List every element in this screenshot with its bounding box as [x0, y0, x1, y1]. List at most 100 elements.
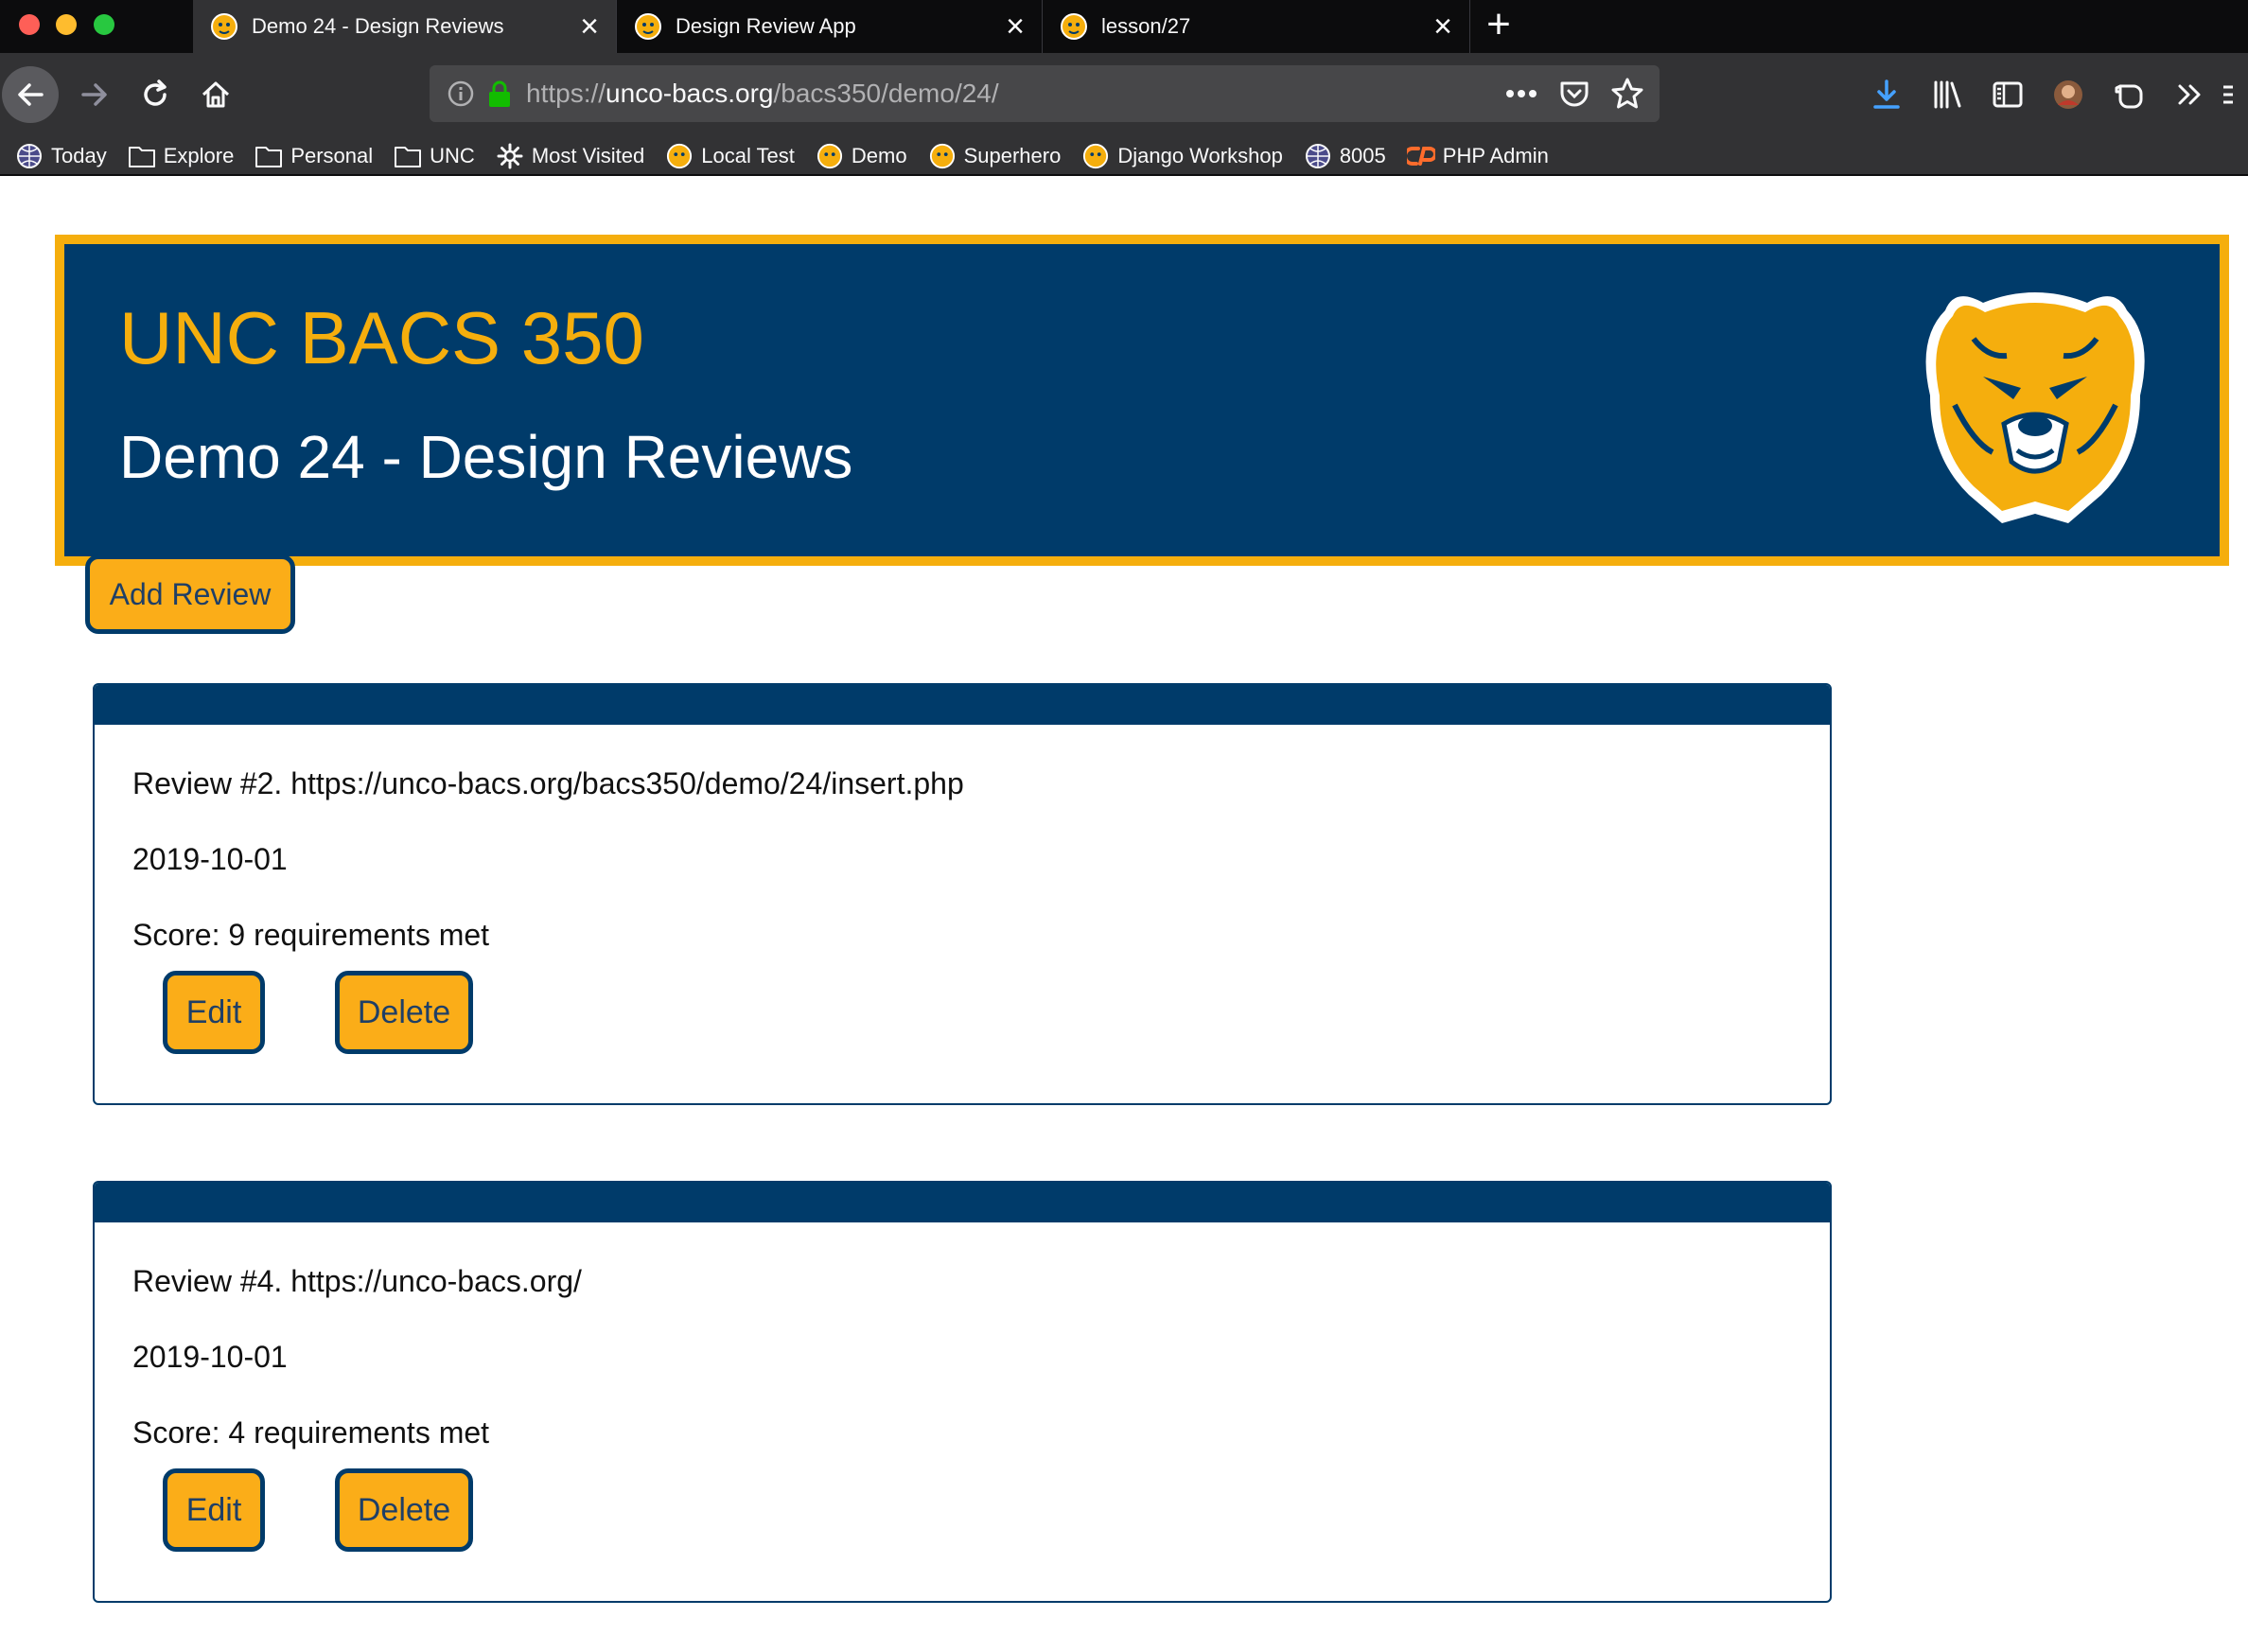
web-page: UNC BACS 350 Demo 24 - Design Reviews Ad…: [0, 176, 2248, 1652]
bookmark-8005[interactable]: 8005: [1304, 142, 1386, 170]
url-scheme: https://: [526, 79, 606, 108]
tab-demo-24[interactable]: Demo 24 - Design Reviews ×: [193, 0, 617, 53]
chevron-double-right-icon: [2178, 84, 2201, 105]
avatar: [2054, 80, 2082, 109]
folder-icon: [255, 142, 283, 170]
bookmark-label: Demo: [851, 144, 907, 167]
minimize-window-button[interactable]: [56, 14, 77, 35]
bookmark-label: Personal: [290, 144, 374, 167]
cpanel-icon: [1406, 142, 1435, 170]
tab-title: Demo 24 - Design Reviews: [252, 14, 504, 38]
downloads-button[interactable]: [1856, 66, 1917, 123]
tab-lesson-27[interactable]: lesson/27 ×: [1043, 0, 1470, 53]
bookmark-today[interactable]: Today: [15, 142, 107, 170]
forward-arrow-icon: [81, 83, 107, 106]
bookmark-star-button[interactable]: [1608, 73, 1646, 114]
forward-button[interactable]: [66, 66, 123, 123]
edit-review-button[interactable]: Edit: [163, 1468, 265, 1552]
page-title: Demo 24 - Design Reviews: [119, 423, 853, 491]
sidebar-toggle-button[interactable]: [1977, 66, 2038, 123]
reload-icon: [144, 79, 167, 106]
evernote-elephant-icon: [2115, 84, 2143, 109]
bookmark-local-test[interactable]: Local Test: [665, 142, 795, 170]
review-card: Review #4. https://unco-bacs.org/ 2019-1…: [93, 1181, 1832, 1603]
review-title: Review #2. https://unco-bacs.org/bacs350…: [132, 766, 964, 800]
bookmark-demo[interactable]: Demo: [816, 142, 907, 170]
library-button[interactable]: [1917, 66, 1977, 123]
edit-review-button[interactable]: Edit: [163, 971, 265, 1054]
bear-favicon-icon: [1081, 142, 1110, 170]
pocket-button[interactable]: [1555, 73, 1593, 114]
globe-icon: [15, 142, 44, 170]
review-card-header: [95, 1183, 1830, 1222]
unc-bear-logo: [1925, 292, 2145, 523]
maximize-window-button[interactable]: [94, 14, 114, 35]
bookmark-django-workshop[interactable]: Django Workshop: [1081, 142, 1283, 170]
review-card-header: [95, 685, 1830, 725]
hamburger-menu-button[interactable]: [2220, 66, 2248, 123]
bookmark-label: 8005: [1339, 144, 1386, 167]
tab-close-icon[interactable]: ×: [996, 8, 1034, 45]
bookmark-label: Local Test: [701, 144, 795, 167]
site-header: UNC BACS 350 Demo 24 - Design Reviews: [55, 235, 2229, 566]
bookmark-explore[interactable]: Explore: [128, 142, 235, 170]
delete-review-button[interactable]: Delete: [335, 971, 473, 1054]
bookmarks-toolbar: Today Explore Personal UNC Most Visited …: [0, 138, 2248, 176]
review-date: 2019-10-01: [132, 842, 288, 876]
gear-icon: [496, 142, 524, 170]
close-window-button[interactable]: [19, 14, 40, 35]
bookmark-php-admin[interactable]: PHP Admin: [1406, 142, 1549, 170]
site-title: UNC BACS 350: [119, 296, 644, 379]
bookmark-label: Today: [51, 144, 107, 167]
bookmark-personal[interactable]: Personal: [255, 142, 373, 170]
delete-review-button[interactable]: Delete: [335, 1468, 473, 1552]
tab-close-icon[interactable]: ×: [1424, 8, 1462, 45]
info-icon[interactable]: [447, 79, 475, 108]
bookmark-label: Django Workshop: [1117, 144, 1283, 167]
secure-lock-icon[interactable]: [486, 79, 513, 108]
tab-strip: Demo 24 - Design Reviews × Design Review…: [0, 0, 2248, 53]
bear-favicon-icon: [665, 142, 694, 170]
review-score: Score: 4 requirements met: [132, 1415, 490, 1450]
url-host: unco-bacs.org: [606, 79, 774, 108]
bear-favicon-icon: [816, 142, 844, 170]
bookmark-label: UNC: [430, 144, 475, 167]
bookmark-superhero[interactable]: Superhero: [928, 142, 1062, 170]
review-card: Review #2. https://unco-bacs.org/bacs350…: [93, 683, 1832, 1105]
bookmark-label: Most Visited: [531, 144, 645, 167]
hamburger-menu-icon: [2223, 85, 2233, 104]
evernote-extension-button[interactable]: [2099, 66, 2159, 123]
bookmark-label: PHP Admin: [1442, 144, 1549, 167]
bookmark-most-visited[interactable]: Most Visited: [496, 142, 644, 170]
review-score: Score: 9 requirements met: [132, 918, 490, 952]
folder-icon: [128, 142, 156, 170]
back-arrow-icon: [18, 83, 44, 106]
bear-favicon-icon: [635, 13, 661, 40]
sidebar-icon: [1993, 81, 2023, 108]
bookmark-label: Explore: [163, 144, 235, 167]
bear-favicon-icon: [928, 142, 957, 170]
star-icon: [1611, 78, 1643, 109]
back-button[interactable]: [2, 66, 59, 123]
url-text[interactable]: https://unco-bacs.org/bacs350/demo/24/: [526, 79, 999, 109]
address-bar[interactable]: https://unco-bacs.org/bacs350/demo/24/: [430, 65, 1660, 122]
review-date: 2019-10-01: [132, 1340, 288, 1374]
add-review-button[interactable]: Add Review: [85, 554, 295, 634]
folder-icon: [394, 142, 422, 170]
review-title: Review #4. https://unco-bacs.org/: [132, 1264, 582, 1298]
home-button[interactable]: [187, 66, 244, 123]
navigation-bar: https://unco-bacs.org/bacs350/demo/24/: [0, 53, 2248, 138]
bookmark-unc[interactable]: UNC: [394, 142, 475, 170]
reload-button[interactable]: [127, 66, 184, 123]
bookmark-label: Superhero: [963, 144, 1062, 167]
new-tab-button[interactable]: +: [1476, 4, 1521, 49]
tab-design-review-app[interactable]: Design Review App ×: [617, 0, 1043, 53]
account-button[interactable]: [2038, 66, 2099, 123]
library-icon: [1934, 80, 1961, 109]
overflow-menu-button[interactable]: [2159, 66, 2220, 123]
download-icon: [1873, 79, 1900, 109]
url-path: /bacs350/demo/24/: [773, 79, 999, 108]
page-actions-button[interactable]: [1502, 73, 1540, 114]
tab-close-icon[interactable]: ×: [571, 8, 608, 45]
tab-title: Design Review App: [676, 14, 856, 38]
